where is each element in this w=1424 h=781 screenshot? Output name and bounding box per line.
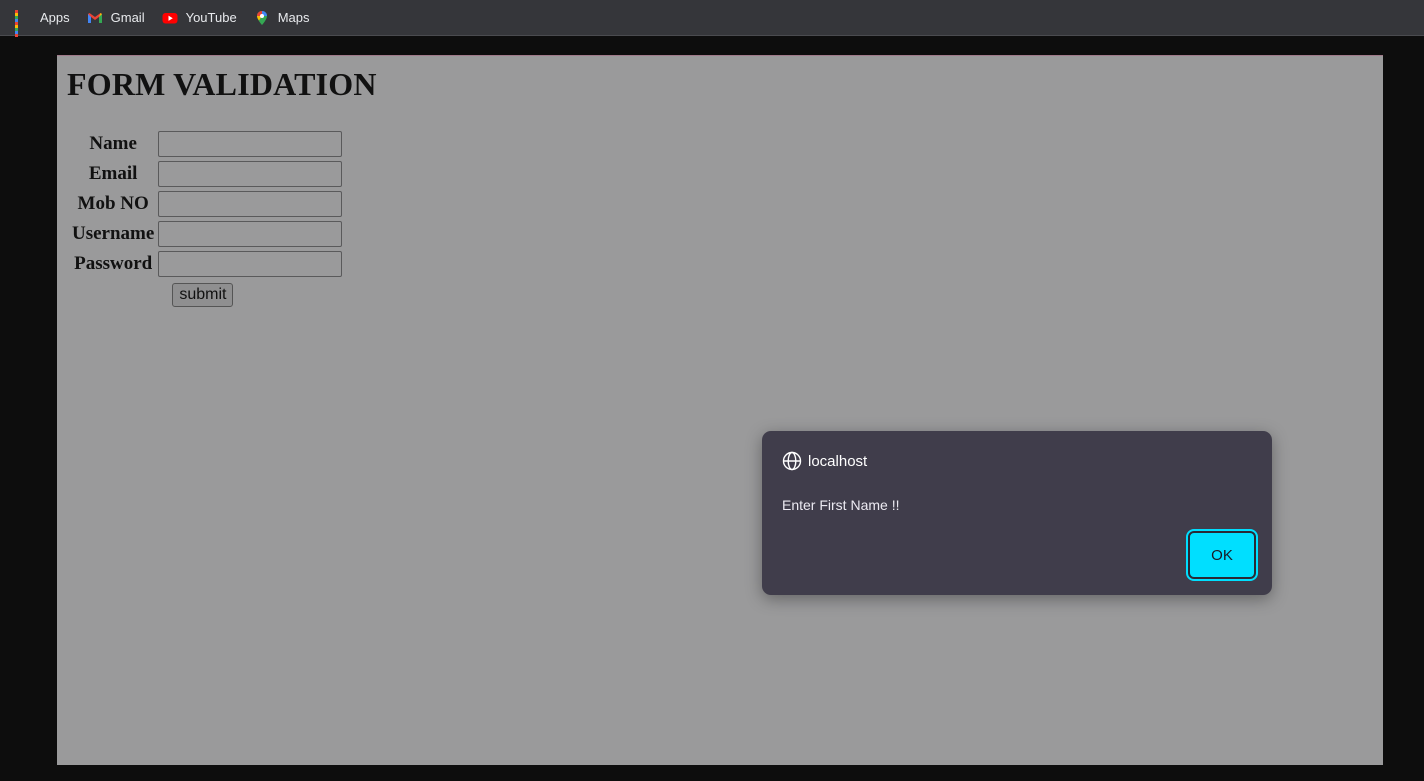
validation-form: Name Email Mob NO Username Password subm… bbox=[69, 128, 345, 310]
maps-icon bbox=[256, 10, 267, 25]
mobile-field[interactable] bbox=[158, 191, 343, 217]
alert-dialog: localhost Enter First Name !! OK bbox=[762, 431, 1272, 595]
name-field[interactable] bbox=[158, 131, 343, 157]
bookmark-gmail[interactable]: Gmail bbox=[87, 4, 145, 32]
apps-grid-icon bbox=[14, 9, 32, 37]
bookmark-label: Gmail bbox=[110, 10, 145, 25]
page-viewport: FORM VALIDATION Name Email Mob NO Userna… bbox=[57, 55, 1383, 765]
mobile-label: Mob NO bbox=[77, 193, 149, 214]
page-title: FORM VALIDATION bbox=[67, 66, 377, 102]
email-label: Email bbox=[88, 163, 138, 184]
password-field[interactable] bbox=[158, 251, 343, 277]
globe-icon bbox=[782, 451, 802, 471]
username-label: Username bbox=[72, 223, 155, 244]
dialog-origin: localhost bbox=[782, 451, 867, 471]
youtube-icon bbox=[162, 12, 178, 23]
username-field[interactable] bbox=[158, 221, 343, 247]
dialog-message: Enter First Name !! bbox=[782, 497, 900, 513]
submit-button[interactable]: submit bbox=[172, 283, 234, 307]
bookmark-apps[interactable]: Apps bbox=[14, 4, 70, 37]
ok-button[interactable]: OK bbox=[1186, 529, 1258, 581]
dialog-origin-label: localhost bbox=[808, 452, 868, 470]
bookmark-youtube[interactable]: YouTube bbox=[162, 4, 237, 32]
bookmark-maps[interactable]: Maps bbox=[254, 4, 310, 32]
bookmark-label: Apps bbox=[40, 10, 70, 25]
email-field[interactable] bbox=[158, 161, 343, 187]
bookmark-label: Maps bbox=[277, 10, 310, 25]
gmail-icon bbox=[87, 12, 102, 23]
bookmarks-bar: Apps Gmail YouTube Maps bbox=[0, 0, 1424, 37]
bookmark-label: YouTube bbox=[185, 10, 237, 25]
name-label: Name bbox=[89, 133, 137, 154]
password-label: Password bbox=[74, 253, 153, 274]
